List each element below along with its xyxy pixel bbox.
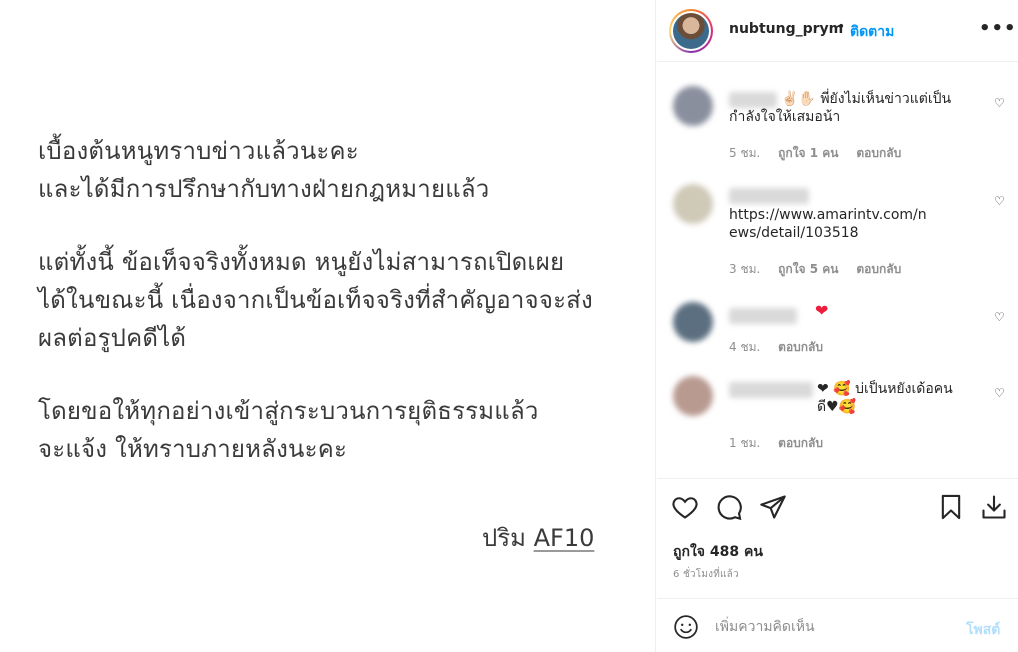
signature-tag: AF10	[533, 524, 595, 552]
comment-time: 4 ชม.	[729, 340, 761, 354]
post-text: เบื้องต้นหนูทราบข่าวแล้วนะคะ และได้มีการ…	[38, 132, 638, 468]
comment-meta: 3 ชม. ถูกใจ 5 คน ตอบกลับ	[729, 260, 915, 279]
reply-button[interactable]: ตอบกลับ	[778, 436, 823, 450]
comment-item: ❤ 🥰 บ่เป็นหยังเด้อคนดี♥🥰 1 ชม. ตอบกลับ ♡	[657, 374, 1018, 454]
comment-item: https://www.amarintv.com/news/detail/103…	[657, 184, 1018, 284]
post-sidebar: nubtung_prym • ติดตาม ••• ✌🏻✋🏻 พี่ยังไม่…	[657, 0, 1018, 652]
signature-name: ปริม	[482, 524, 526, 552]
posted-time: 6 ชั่วโมงที่แล้ว	[673, 569, 739, 580]
comment-bubble-icon[interactable]	[715, 493, 743, 521]
reply-button[interactable]: ตอบกลับ	[778, 340, 823, 354]
post-image: เบื้องต้นหนูทราบข่าวแล้วนะคะ และได้มีการ…	[0, 0, 656, 652]
profile-avatar[interactable]	[669, 9, 713, 53]
commenter-avatar[interactable]	[673, 86, 713, 126]
reply-button[interactable]: ตอบกลับ	[856, 146, 901, 160]
post-line: โดยขอให้ทุกอย่างเข้าสู่กระบวนการยุติธรรม…	[38, 397, 539, 425]
commenter-avatar[interactable]	[673, 376, 713, 416]
action-bar	[657, 478, 1018, 538]
comment-time: 3 ชม.	[729, 262, 761, 276]
commenter-name-redacted[interactable]	[729, 382, 813, 398]
post-line: และได้มีการปรึกษากับทางฝ่ายกฎหมายแล้ว	[38, 175, 490, 203]
post-line: แต่ทั้งนี้ ข้อเท็จจริงทั้งหมด หนูยังไม่ส…	[38, 248, 565, 276]
comment-item: ✌🏻✋🏻 พี่ยังไม่เห็นข่าวแต่เป็นกำลังใจให้เ…	[657, 84, 1018, 164]
commenter-avatar[interactable]	[673, 302, 713, 342]
commenter-name-redacted[interactable]	[729, 308, 797, 324]
reply-button[interactable]: ตอบกลับ	[856, 262, 901, 276]
comment-time: 1 ชม.	[729, 436, 761, 450]
post-comment-button[interactable]: โพสต์	[966, 619, 1000, 641]
download-icon[interactable]	[980, 493, 1008, 521]
comment-input[interactable]	[715, 615, 955, 639]
post-line: เบื้องต้นหนูทราบข่าวแล้วนะคะ	[38, 137, 359, 165]
comment-like-icon[interactable]: ♡	[994, 386, 1005, 400]
add-comment-bar: โพสต์	[657, 598, 1018, 652]
comment-like-icon[interactable]: ♡	[994, 310, 1005, 324]
commenter-avatar[interactable]	[673, 184, 713, 224]
comment-likes[interactable]: ถูกใจ 5 คน	[778, 262, 838, 276]
comment-meta: 5 ชม. ถูกใจ 1 คน ตอบกลับ	[729, 144, 915, 163]
comment-time: 5 ชม.	[729, 146, 761, 160]
username-link[interactable]: nubtung_prym	[729, 21, 843, 37]
separator-dot: •	[837, 19, 846, 35]
comment-text: ❤ 🥰 บ่เป็นหยังเด้อคนดี♥🥰	[817, 381, 953, 415]
post-header: nubtung_prym • ติดตาม •••	[657, 0, 1018, 62]
red-heart-emoji: ❤	[815, 301, 829, 320]
commenter-name-redacted[interactable]	[729, 188, 809, 204]
comment-text: ✌🏻✋🏻 พี่ยังไม่เห็นข่าวแต่เป็นกำลังใจให้เ…	[729, 91, 952, 125]
bookmark-icon[interactable]	[937, 493, 965, 521]
comment-meta: 1 ชม. ตอบกลับ	[729, 434, 837, 453]
heart-icon[interactable]	[671, 493, 699, 521]
comment-item: ❤ 4 ชม. ตอบกลับ ♡	[657, 300, 1018, 360]
comment-meta: 4 ชม. ตอบกลับ	[729, 338, 837, 357]
comment-likes[interactable]: ถูกใจ 1 คน	[778, 146, 838, 160]
follow-button[interactable]: ติดตาม	[850, 21, 894, 43]
likes-count[interactable]: ถูกใจ 488 คน	[673, 541, 763, 563]
smiley-icon[interactable]	[673, 614, 699, 640]
post-line: จะแจ้ง ให้ทราบภายหลังนะคะ	[38, 435, 348, 463]
signature: ปริม AF10	[482, 518, 594, 557]
paper-plane-icon[interactable]	[759, 493, 787, 521]
comment-like-icon[interactable]: ♡	[994, 96, 1005, 110]
comment-like-icon[interactable]: ♡	[994, 194, 1005, 208]
comment-text: ❤	[815, 302, 1018, 321]
comment-text: https://www.amarintv.com/news/detail/103…	[729, 207, 927, 241]
post-line: ผลต่อรูปคดีได้	[38, 324, 187, 352]
more-options-icon[interactable]: •••	[979, 18, 1017, 39]
post-line: ได้ในขณะนี้ เนื่องจากเป็นข้อเท็จจริงที่ส…	[38, 286, 593, 314]
